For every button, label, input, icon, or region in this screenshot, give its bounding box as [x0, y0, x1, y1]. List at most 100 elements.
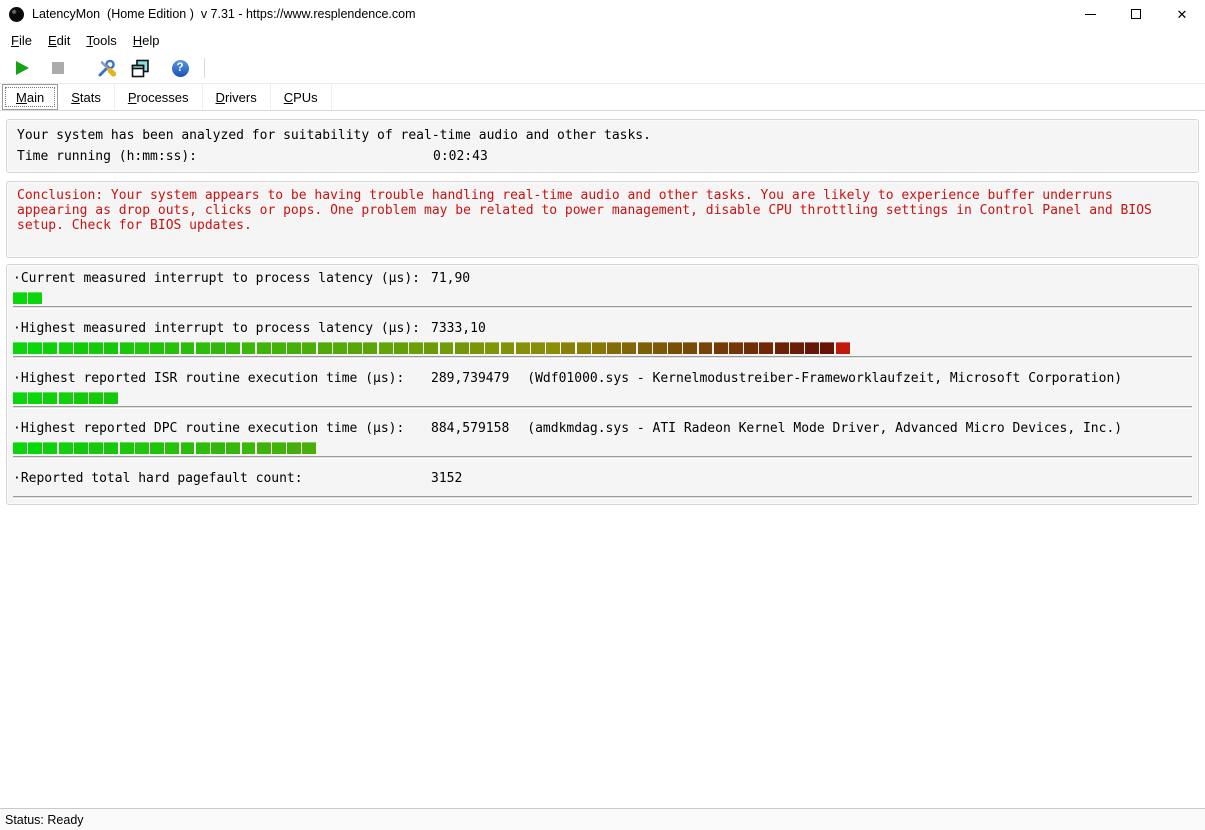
metric-label: ·Highest measured interrupt to process l…	[13, 321, 420, 336]
metric-row: ·Reported total hard pagefault count: 31…	[13, 471, 1192, 499]
latency-bar-segment	[516, 342, 530, 354]
tab-stats[interactable]: Stats	[58, 84, 115, 110]
latency-bar	[13, 492, 1192, 494]
maximize-button[interactable]	[1113, 0, 1159, 28]
title-bar[interactable]: LatencyMon (Home Edition ) v 7.31 - http…	[0, 0, 1205, 28]
metric-line: ·Current measured interrupt to process l…	[13, 271, 1192, 291]
latency-bar-segment	[43, 442, 57, 454]
time-running-label: Time running (h:mm:ss):	[17, 149, 197, 164]
latency-bar	[13, 392, 1192, 404]
menu-file[interactable]: File	[3, 30, 40, 51]
latency-bar-segment	[470, 342, 484, 354]
tab-processes[interactable]: Processes	[115, 84, 203, 110]
latency-bar-segment	[333, 342, 347, 354]
toolbar-separator	[204, 58, 205, 78]
latency-bar-segment	[272, 342, 286, 354]
latency-bar-segment	[744, 342, 758, 354]
latency-bar-segment	[28, 392, 42, 404]
latency-bar-segment	[89, 342, 103, 354]
latency-bar-segment	[668, 342, 682, 354]
metric-row: ·Highest reported ISR routine execution …	[13, 371, 1192, 409]
metric-row: ·Highest measured interrupt to process l…	[13, 321, 1192, 359]
minimize-button[interactable]	[1067, 0, 1113, 28]
latency-bar-track	[13, 356, 1192, 359]
latency-bar-segment	[790, 342, 804, 354]
latency-bar-segment	[302, 442, 316, 454]
metric-value: 884,579158	[431, 421, 509, 436]
stop-button[interactable]	[46, 56, 70, 80]
conclusion-panel: Conclusion: Your system appears to be ha…	[6, 181, 1199, 258]
tab-cpus[interactable]: CPUs	[271, 84, 332, 110]
metric-value: 289,739479	[431, 371, 509, 386]
latency-bar-segment	[181, 342, 195, 354]
main-content: Your system has been analyzed for suitab…	[0, 111, 1205, 808]
latency-bar-segment	[287, 342, 301, 354]
latency-bar-segment	[379, 342, 393, 354]
latency-bar-segment	[272, 442, 286, 454]
time-running-value: 0:02:43	[433, 146, 488, 167]
conclusion-text: Conclusion: Your system appears to be ha…	[17, 188, 1168, 233]
menu-edit[interactable]: Edit	[40, 30, 78, 51]
latency-bar-segment	[165, 442, 179, 454]
latency-bar-segment	[242, 342, 256, 354]
latency-bar-segment	[104, 392, 118, 404]
close-icon: ✕	[1177, 8, 1188, 21]
latency-bar-segment	[43, 342, 57, 354]
latency-bar-segment	[302, 342, 316, 354]
latency-bar-track	[13, 496, 1192, 499]
latency-bar-segment	[28, 442, 42, 454]
latency-bar-segment	[181, 442, 195, 454]
latency-bar-segment	[836, 342, 850, 354]
close-button[interactable]: ✕	[1159, 0, 1205, 28]
help-icon: ?	[172, 60, 189, 77]
latency-bar-segment	[43, 392, 57, 404]
menu-tools[interactable]: Tools	[78, 30, 124, 51]
minimize-icon	[1085, 14, 1096, 15]
tab-bar: Main Stats Processes Drivers CPUs	[0, 84, 1205, 111]
latency-bar-segment	[287, 442, 301, 454]
latency-bar-segment	[120, 342, 134, 354]
menu-bar: File Edit Tools Help	[0, 28, 1205, 53]
tab-main[interactable]: Main	[2, 84, 58, 110]
latency-bar-segment	[13, 342, 27, 354]
latency-bar-segment	[74, 392, 88, 404]
latency-bar-segment	[74, 342, 88, 354]
metric-line: ·Highest reported DPC routine execution …	[13, 421, 1192, 441]
status-text: Status: Ready	[5, 813, 84, 827]
latency-bar-segment	[577, 342, 591, 354]
latency-bar-segment	[104, 442, 118, 454]
latency-bar-segment	[531, 342, 545, 354]
latency-bar-segment	[485, 342, 499, 354]
metric-row: ·Highest reported DPC routine execution …	[13, 421, 1192, 459]
tab-drivers[interactable]: Drivers	[203, 84, 271, 110]
latency-bar-segment	[820, 342, 834, 354]
start-button[interactable]	[10, 56, 34, 80]
latency-bar-segment	[104, 342, 118, 354]
latency-bar-segment	[59, 342, 73, 354]
latency-bar-segment	[120, 442, 134, 454]
latency-bar-segment	[501, 342, 515, 354]
copy-report-button[interactable]	[128, 56, 152, 80]
window-title: LatencyMon (Home Edition ) v 7.31 - http…	[32, 7, 1067, 21]
latency-bar-segment	[135, 442, 149, 454]
metric-right: 3152	[431, 471, 462, 486]
menu-help[interactable]: Help	[125, 30, 168, 51]
latency-bar-segment	[257, 442, 271, 454]
help-button[interactable]: ?	[168, 56, 192, 80]
analysis-summary: Your system has been analyzed for suitab…	[17, 125, 1188, 146]
latency-bar-segment	[226, 442, 240, 454]
latency-bar-segment	[653, 342, 667, 354]
latency-bar-segment	[135, 342, 149, 354]
metric-value: 7333,10	[431, 321, 486, 336]
metric-row: ·Current measured interrupt to process l…	[13, 271, 1192, 309]
play-icon	[16, 61, 29, 75]
latency-bar-segment	[211, 442, 225, 454]
latency-bar-segment	[74, 442, 88, 454]
analyze-tools-button[interactable]	[94, 56, 118, 80]
metric-right: 884,579158(amdkmdag.sys - ATI Radeon Ker…	[431, 421, 1122, 436]
latency-bar-segment	[759, 342, 773, 354]
latency-bar-segment	[714, 342, 728, 354]
latency-bar-segment	[257, 342, 271, 354]
latency-bar-segment	[226, 342, 240, 354]
metric-line: ·Highest measured interrupt to process l…	[13, 321, 1192, 341]
